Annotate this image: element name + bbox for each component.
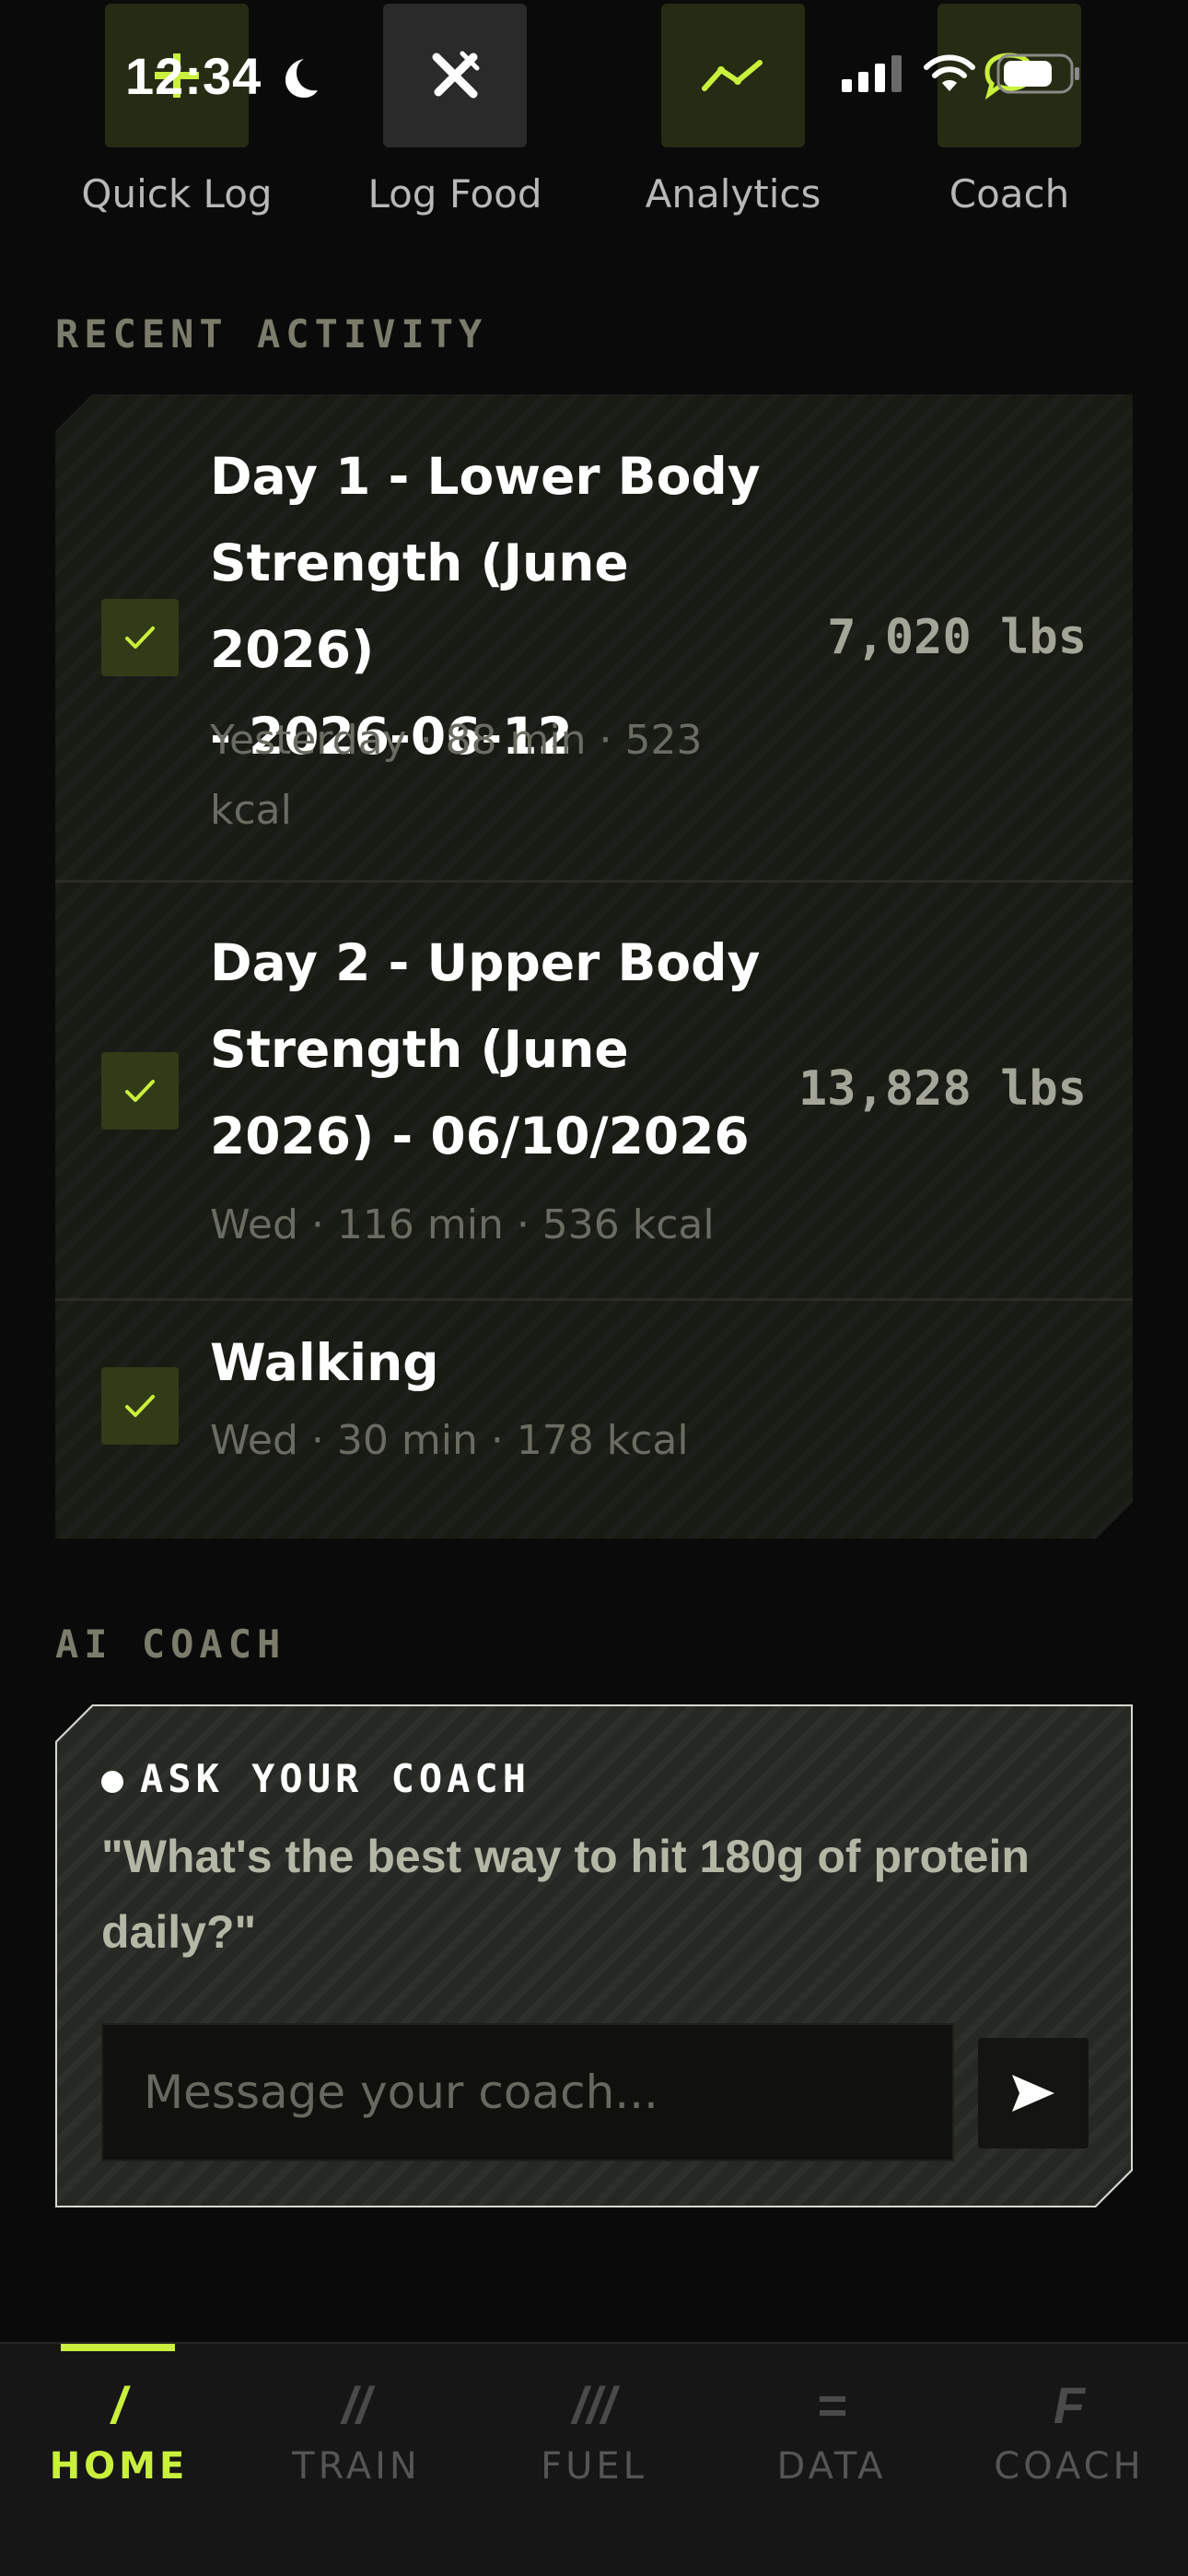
coach-label: Coach — [949, 171, 1070, 217]
status-indicators — [842, 53, 1081, 94]
activity-item[interactable]: Walking Wed · 30 min · 178 kcal — [55, 1301, 1133, 1539]
activity-meta: Wed · 116 min · 536 kcal — [210, 1201, 715, 1248]
data-tab-icon: = — [816, 2376, 847, 2434]
activity-meta: Yesterday · 88 min · 523 kcal — [210, 717, 703, 834]
quick-log-label: Quick Log — [81, 171, 273, 217]
tab-label: FUEL — [541, 2445, 647, 2488]
home-tab-icon: / — [111, 2376, 126, 2434]
tab-label: COACH — [994, 2445, 1145, 2488]
train-tab-icon: // — [342, 2376, 371, 2434]
check-icon — [124, 1078, 156, 1104]
activity-title: Day 2 - Upper Body Strength (June 2026) … — [210, 933, 761, 1165]
completed-checkbox — [101, 1367, 179, 1445]
fork-knife-icon — [432, 51, 480, 99]
bottom-nav: / HOME // TRAIN /// FUEL = DATA F COACH — [0, 2342, 1188, 2576]
active-tab-indicator — [61, 2344, 175, 2351]
activity-volume: 13,828 lbs — [798, 1061, 1087, 1117]
ai-coach-card-body: ASK YOUR COACH "What's the best way to h… — [57, 1706, 1131, 2206]
send-button[interactable] — [978, 2038, 1089, 2149]
send-icon — [1010, 2073, 1056, 2113]
status-time: 12:34 — [125, 47, 262, 105]
tab-fuel[interactable]: /// FUEL — [475, 2344, 713, 2576]
wifi-icon — [924, 54, 975, 91]
battery-icon — [996, 53, 1079, 94]
analytics-label: Analytics — [645, 171, 821, 217]
log-food-label: Log Food — [367, 171, 542, 217]
coach-message-input[interactable] — [101, 2023, 954, 2161]
coach-tab-icon: F — [1053, 2376, 1086, 2434]
cellular-signal-icon — [842, 55, 902, 92]
log-food-tile[interactable] — [383, 4, 527, 147]
recent-activity-card: Day 1 - Lower Body Strength (June 2026) … — [55, 394, 1133, 1539]
home-screen: Quick Log Log Food Analytics Coach 12:34… — [0, 0, 1188, 2576]
check-icon — [124, 625, 156, 650]
status-dot-icon — [101, 1771, 123, 1793]
tab-coach[interactable]: F COACH — [950, 2344, 1188, 2576]
completed-checkbox — [101, 599, 179, 676]
check-icon — [124, 1393, 156, 1419]
line-chart-icon — [702, 60, 763, 91]
tab-train[interactable]: // TRAIN — [238, 2344, 475, 2576]
activity-title: Walking — [210, 1333, 439, 1392]
activity-item[interactable]: Day 2 - Upper Body Strength (June 2026) … — [55, 883, 1133, 1301]
recent-activity-title: RECENT ACTIVITY — [55, 311, 488, 357]
completed-checkbox — [101, 1052, 179, 1130]
quick-actions-row: Quick Log Log Food Analytics Coach — [0, 0, 1188, 230]
ai-coach-card: ASK YOUR COACH "What's the best way to h… — [55, 1704, 1133, 2207]
fuel-tab-icon: /// — [572, 2376, 616, 2434]
tab-label: DATA — [776, 2445, 887, 2488]
activity-item[interactable]: Day 1 - Lower Body Strength (June 2026) … — [55, 394, 1133, 883]
tab-label: HOME — [49, 2445, 189, 2488]
coach-suggestion[interactable]: "What's the best way to hit 180g of prot… — [101, 1819, 1059, 1970]
tab-home[interactable]: / HOME — [0, 2344, 238, 2576]
analytics-tile[interactable] — [661, 4, 805, 147]
activity-volume: 7,020 lbs — [827, 610, 1087, 665]
ai-coach-title: AI COACH — [55, 1622, 286, 1667]
tab-label: TRAIN — [292, 2445, 421, 2488]
ask-coach-label: ASK YOUR COACH — [140, 1756, 531, 1801]
activity-meta: Wed · 30 min · 178 kcal — [210, 1417, 689, 1464]
moon-icon — [285, 59, 318, 98]
tab-data[interactable]: = DATA — [713, 2344, 950, 2576]
